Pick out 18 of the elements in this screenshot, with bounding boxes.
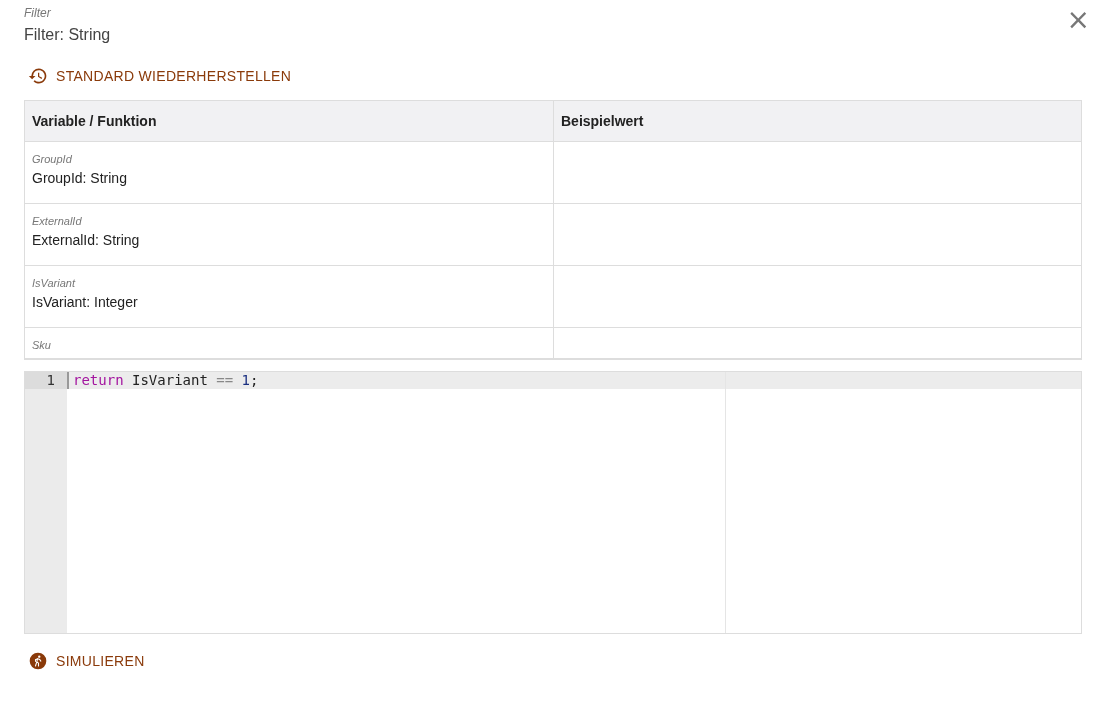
variable-name: GroupId <box>32 153 73 165</box>
reset-button[interactable]: STANDARD WIEDERHERSTELLEN <box>24 62 296 90</box>
variable-signature: ExternalId: String <box>32 232 141 248</box>
variable-signature: GroupId: String <box>32 170 128 186</box>
variable-signature: IsVariant: Integer <box>32 294 139 310</box>
line-number: 1 <box>25 372 67 389</box>
dialog-title: Filter: String <box>24 26 111 44</box>
running-figure-icon <box>28 651 48 671</box>
dialog-caption: Filter <box>24 6 52 20</box>
column-header: Beispielwert <box>553 101 1081 141</box>
column-header: Variable / Funktion <box>31 112 158 131</box>
simulate-button[interactable]: SIMULIEREN <box>24 647 149 675</box>
code-editor[interactable]: 1 return IsVariant == 1; <box>24 371 1082 634</box>
history-icon <box>28 66 48 86</box>
close-button[interactable]: × <box>1064 6 1092 34</box>
variable-name: Sku <box>32 339 52 351</box>
variable-name: ExternalId <box>32 215 83 227</box>
variable-name: IsVariant <box>32 277 77 289</box>
